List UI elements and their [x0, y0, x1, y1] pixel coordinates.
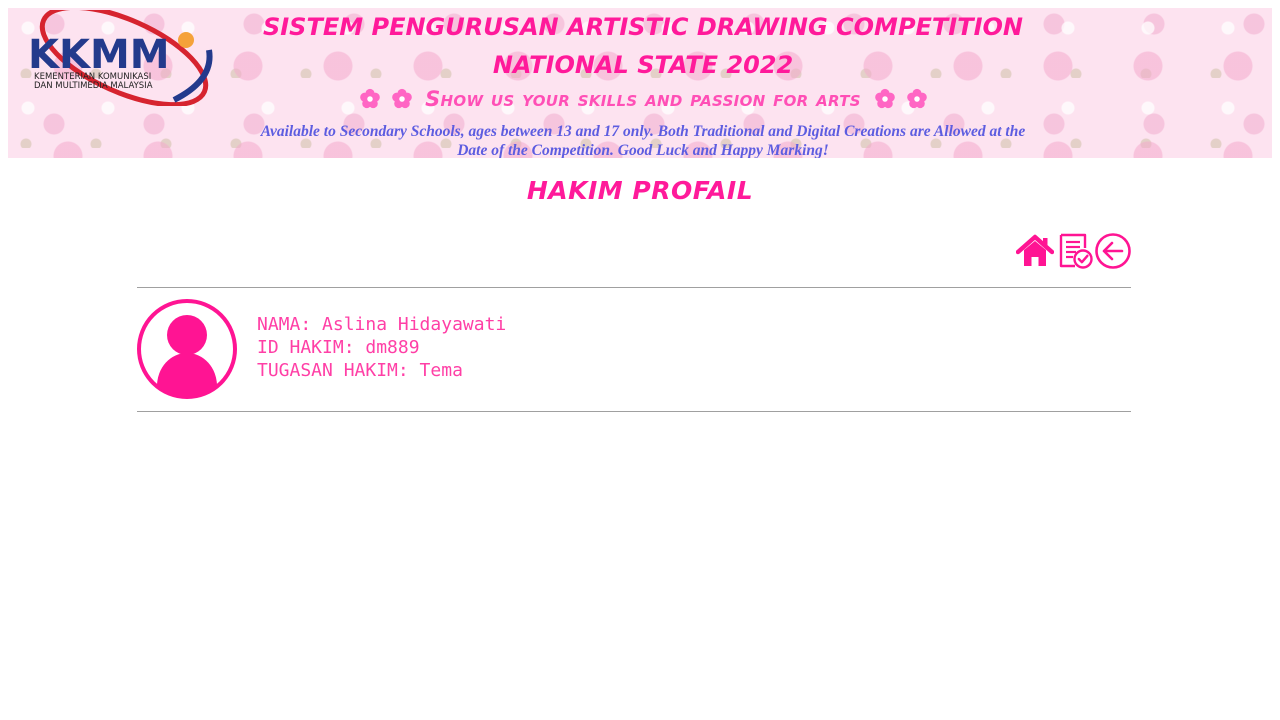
system-title: SISTEM PENGURUSAN ARTISTIC DRAWING COMPE…	[262, 13, 1024, 41]
divider	[137, 411, 1131, 412]
judge-task: TUGASAN HAKIM: Tema	[257, 360, 463, 381]
back-arrow-icon[interactable]	[1094, 232, 1132, 270]
flower-icon	[906, 88, 927, 109]
flower-icon	[359, 88, 380, 109]
flower-icon	[391, 88, 412, 109]
divider	[137, 287, 1131, 288]
flower-icon	[874, 88, 895, 109]
home-icon[interactable]	[1016, 232, 1054, 270]
banner-text: SISTEM PENGURUSAN ARTISTIC DRAWING COMPE…	[243, 8, 1043, 158]
header-banner: KKMM KEMENTERIAN KOMUNIKASI DAN MULTIMED…	[8, 8, 1272, 158]
slogan-text: Show us your skills and passion for arts	[425, 87, 861, 111]
judge-id: ID HAKIM: dm889	[257, 337, 420, 358]
user-avatar-icon	[137, 299, 237, 399]
kkmm-logo: KKMM KEMENTERIAN KOMUNIKASI DAN MULTIMED…	[28, 10, 213, 106]
profile-info: NAMA: Aslina Hidayawati ID HAKIM: dm889 …	[257, 313, 506, 382]
page-title: HAKIM PROFAIL	[526, 176, 754, 205]
description-line: Date of the Competition. Good Luck and H…	[457, 142, 829, 158]
logo-subtitle-2: DAN MULTIMEDIA MALAYSIA	[34, 81, 153, 91]
competition-subtitle: NATIONAL STATE 2022	[492, 51, 794, 79]
slogan-row: Show us your skills and passion for arts	[243, 84, 1043, 114]
judge-name: NAMA: Aslina Hidayawati	[257, 314, 507, 335]
marking-list-icon[interactable]	[1056, 232, 1094, 270]
competition-description: Available to Secondary Schools, ages bet…	[243, 122, 1043, 158]
description-line: Available to Secondary Schools, ages bet…	[260, 123, 1026, 140]
